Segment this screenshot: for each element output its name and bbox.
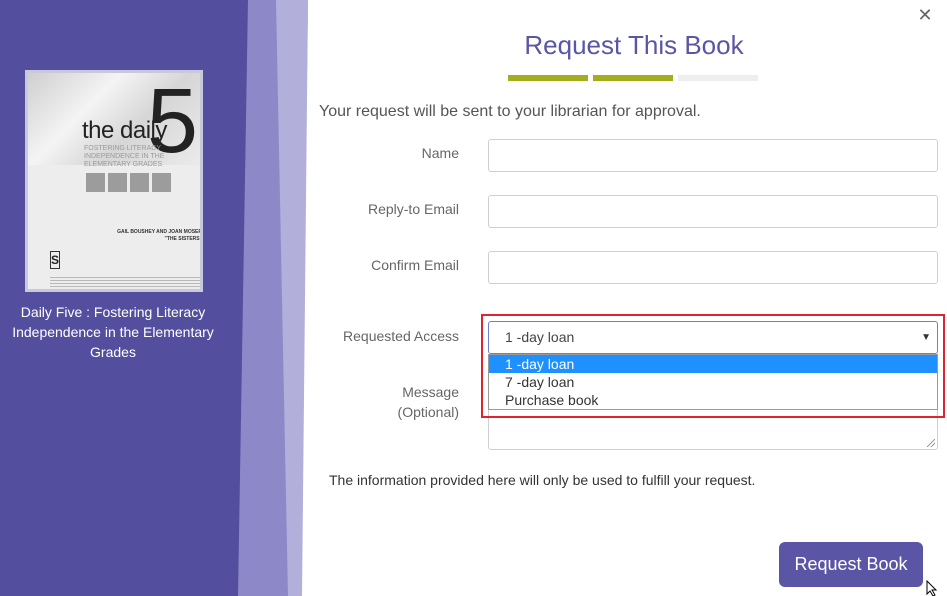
caret-down-icon: ▼ bbox=[921, 332, 931, 343]
access-option-7-day[interactable]: 7 -day loan bbox=[489, 373, 937, 391]
book-cover: 5 the daily FOSTERING LITERACY INDEPENDE… bbox=[25, 70, 203, 292]
mouse-pointer-icon bbox=[926, 580, 938, 596]
message-label-line2: (Optional) bbox=[397, 404, 459, 420]
confirm-email-label: Confirm Email bbox=[371, 257, 459, 273]
step-3 bbox=[678, 75, 758, 81]
intro-text: Your request will be sent to your librar… bbox=[319, 103, 701, 120]
cover-boxes bbox=[86, 173, 171, 192]
message-label-line1: Message bbox=[402, 384, 459, 400]
access-label: Requested Access bbox=[343, 328, 459, 344]
cover-title: the daily bbox=[82, 117, 167, 144]
access-selected-value: 1 -day loan bbox=[505, 329, 575, 345]
name-label: Name bbox=[421, 145, 459, 161]
publisher-logo-icon: S bbox=[50, 251, 60, 269]
resize-grip-icon[interactable] bbox=[927, 439, 935, 447]
step-2 bbox=[593, 75, 673, 81]
reply-email-label: Reply-to Email bbox=[367, 201, 459, 217]
book-title: Daily Five : Fostering Literacy Independ… bbox=[12, 304, 214, 360]
request-book-button[interactable]: Request Book bbox=[779, 542, 923, 587]
access-select[interactable]: 1 -day loan ▼ bbox=[488, 321, 938, 354]
cover-fineprint bbox=[50, 277, 200, 287]
progress-steps bbox=[508, 75, 758, 81]
message-label: Message (Optional) bbox=[319, 382, 459, 422]
reply-email-field[interactable] bbox=[488, 195, 938, 228]
access-option-1-day[interactable]: 1 -day loan bbox=[489, 355, 937, 373]
step-1 bbox=[508, 75, 588, 81]
access-option-purchase[interactable]: Purchase book bbox=[489, 391, 937, 409]
cover-authors: GAIL BOUSHEY AND JOAN MOSER "THE SISTERS… bbox=[117, 229, 202, 242]
modal-title: Request This Book bbox=[524, 30, 744, 60]
privacy-notice: The information provided here will only … bbox=[329, 472, 756, 488]
access-options-list: 1 -day loan 7 -day loan Purchase book bbox=[488, 354, 938, 410]
book-panel: 5 the daily FOSTERING LITERACY INDEPENDE… bbox=[0, 0, 310, 596]
close-icon[interactable]: ✕ bbox=[916, 6, 934, 24]
name-field[interactable] bbox=[488, 139, 938, 172]
cover-subtitle: FOSTERING LITERACY INDEPENDENCE IN THE E… bbox=[84, 145, 165, 168]
confirm-email-field[interactable] bbox=[488, 251, 938, 284]
